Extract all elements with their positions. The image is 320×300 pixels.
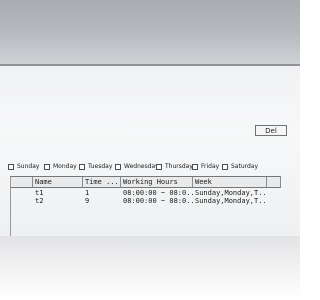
checkbox-saturday[interactable]: Saturday: [222, 163, 258, 170]
weekday-checkbox-row: Sunday Monday Tuesday Wednesday Thursday…: [0, 163, 300, 172]
checkbox-box[interactable]: [44, 163, 50, 170]
cell-name: t1: [35, 189, 44, 197]
checkbox-monday[interactable]: Monday: [44, 163, 77, 170]
cell-time: 1: [85, 189, 90, 197]
column-header-name[interactable]: Name: [33, 177, 83, 187]
checkbox-wednesday[interactable]: Wednesday: [115, 163, 159, 170]
checkbox-tuesday[interactable]: Tuesday: [79, 163, 112, 170]
cell-working-hours: 08:00:00 ~ 08:0...: [123, 197, 193, 205]
cell-time: 9: [85, 197, 90, 205]
checkbox-label: Saturday: [231, 163, 259, 170]
column-header-working-hours[interactable]: Working Hours: [121, 177, 193, 187]
checkbox-box[interactable]: [192, 163, 198, 170]
table-row[interactable]: t2 9 08:00:00 ~ 08:0... Sunday,Monday,T.…: [11, 197, 281, 205]
monitor-bezel-top: [0, 0, 300, 64]
row-indicator-header: [11, 177, 33, 187]
table-header: Name Time ... Working Hours Week: [11, 177, 281, 188]
column-header-week[interactable]: Week: [193, 177, 267, 187]
delete-button[interactable]: Del: [255, 125, 287, 136]
checkbox-label: Wednesday: [124, 163, 159, 170]
checkbox-box[interactable]: [115, 163, 121, 170]
checkbox-sunday[interactable]: Sunday: [8, 163, 39, 170]
schedule-table: Name Time ... Working Hours Week t1 1 08…: [10, 176, 281, 237]
cell-week: Sunday,Monday,T...: [195, 197, 267, 205]
checkbox-box[interactable]: [156, 163, 162, 170]
checkbox-box[interactable]: [222, 163, 228, 170]
checkbox-box[interactable]: [79, 163, 85, 170]
checkbox-label: Thursday: [165, 163, 193, 170]
cell-week: Sunday,Monday,T...: [195, 189, 267, 197]
checkbox-label: Tuesday: [88, 163, 113, 170]
cell-working-hours: 08:00:00 ~ 08:0...: [123, 189, 193, 197]
checkbox-friday[interactable]: Friday: [192, 163, 219, 170]
checkbox-thursday[interactable]: Thursday: [156, 163, 193, 170]
column-header-time[interactable]: Time ...: [83, 177, 121, 187]
column-header-filler: [267, 177, 281, 187]
checkbox-label: Monday: [53, 163, 77, 170]
checkbox-box[interactable]: [8, 163, 14, 170]
monitor-bezel-bottom: [0, 236, 300, 300]
checkbox-label: Friday: [201, 163, 220, 170]
cell-name: t2: [35, 197, 44, 205]
table-row[interactable]: t1 1 08:00:00 ~ 08:0... Sunday,Monday,T.…: [11, 189, 281, 197]
checkbox-label: Sunday: [17, 163, 40, 170]
